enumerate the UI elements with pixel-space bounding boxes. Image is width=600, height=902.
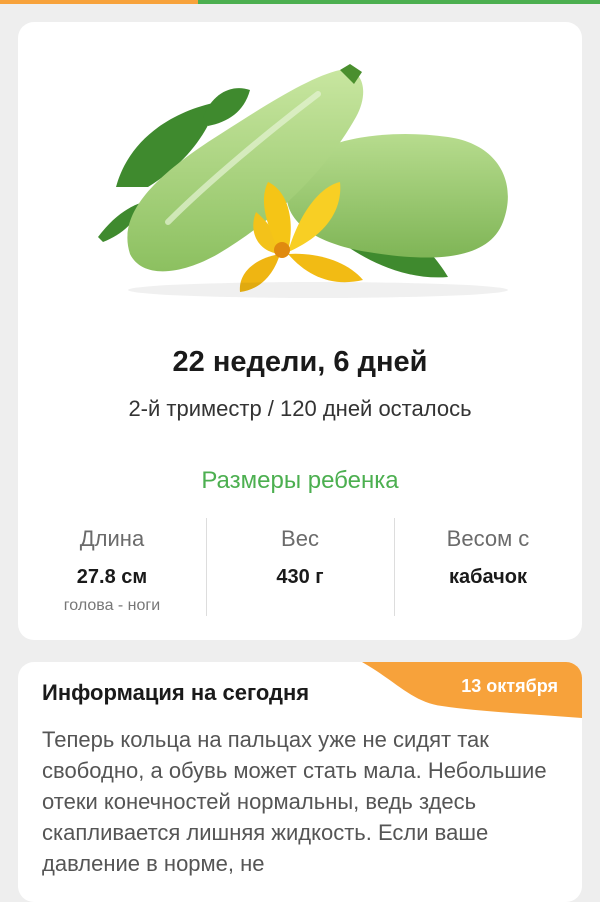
zucchini-illustration: [98, 64, 508, 298]
stat-length: Длина 27.8 см голова - ноги: [18, 518, 206, 618]
baby-sizes-title: Размеры ребенка: [201, 467, 399, 494]
trimester-subtitle: 2-й триместр / 120 дней осталось: [128, 396, 472, 421]
baby-size-stats: Длина 27.8 см голова - ноги Вес 430 г Ве…: [18, 518, 582, 618]
week-summary-card: 22 недели, 6 дней 2-й триместр / 120 дне…: [18, 22, 582, 640]
info-title: Информация на сегодня: [42, 680, 310, 705]
week-title: 22 недели, 6 дней: [172, 346, 428, 378]
length-label: Длина: [79, 526, 145, 551]
info-body-text: Теперь кольца на пальцах уже не сидят та…: [42, 727, 547, 876]
progress-bar-fill: [0, 0, 198, 4]
pregnancy-progress-bar: [0, 0, 600, 4]
length-note: голова - ноги: [63, 597, 161, 614]
weight-value: 430 г: [276, 566, 324, 588]
compare-label: Весом с: [446, 526, 530, 551]
stat-weight: Вес 430 г: [206, 518, 394, 618]
stat-compare: Весом с кабачок: [394, 518, 582, 618]
weight-label: Вес: [281, 526, 319, 551]
compare-value: кабачок: [449, 566, 527, 588]
daily-info-card[interactable]: Информация на сегодня 13 октября Теперь …: [18, 662, 582, 902]
date-label: 13 октября: [461, 676, 558, 696]
length-value: 27.8 см: [76, 566, 148, 588]
